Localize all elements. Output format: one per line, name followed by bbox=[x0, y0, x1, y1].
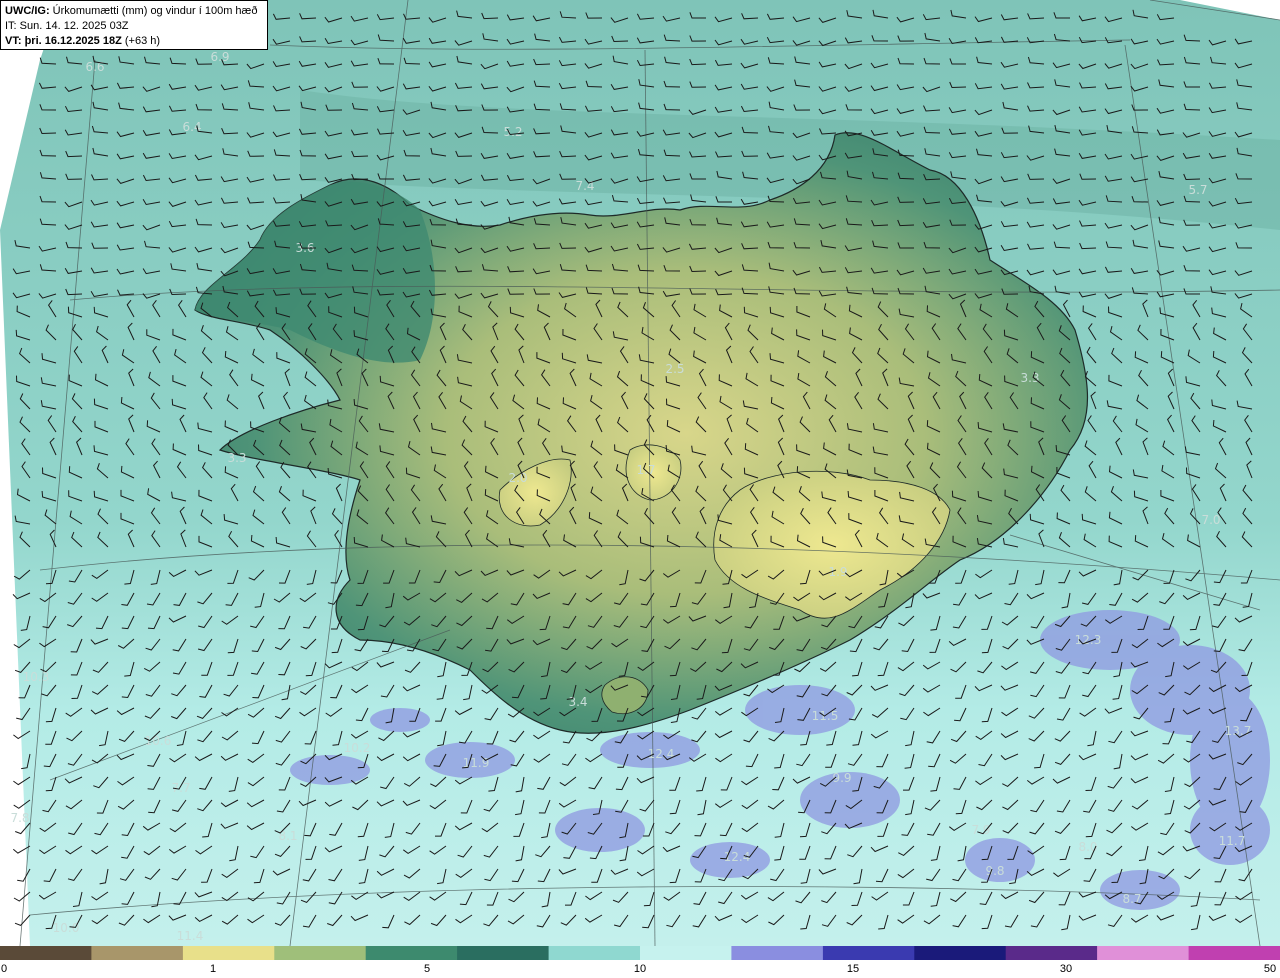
precip-value-label: 8.0 bbox=[1078, 840, 1097, 854]
colorbar-segment bbox=[274, 946, 367, 960]
header-vt-date: þri. 16.12.2025 18Z bbox=[24, 35, 122, 47]
colorbar-segment bbox=[640, 946, 732, 960]
header-product: UWC/IG: bbox=[5, 5, 50, 17]
colorbar-tick-0: 0 bbox=[0, 963, 8, 975]
colorbar-tick-1: 1 bbox=[209, 963, 217, 975]
precip-value-label: 11.7 bbox=[1219, 834, 1246, 848]
colorbar-segment bbox=[457, 946, 549, 960]
colorbar-segment bbox=[0, 946, 92, 960]
header-title: Úrkomumætti (mm) og vindur í 100m hæð bbox=[52, 5, 258, 17]
precip-value-label: 12.4 bbox=[648, 747, 675, 761]
header-title-line: UWC/IG: Úrkomumætti (mm) og vindur í 100… bbox=[5, 4, 263, 19]
precip-value-label: 7.9 bbox=[971, 823, 990, 837]
precip-value-label: 5.2 bbox=[503, 125, 522, 139]
header-vt-offset: (+63 h) bbox=[124, 35, 161, 47]
precip-value-label: 12.3 bbox=[1075, 633, 1102, 647]
colorbar-segment bbox=[914, 946, 1007, 960]
precip-value-label: 12.4 bbox=[724, 850, 751, 864]
header-init-time: IT: Sun. 14. 12. 2025 03Z bbox=[5, 20, 129, 32]
map-header: UWC/IG: Úrkomumætti (mm) og vindur í 100… bbox=[0, 0, 268, 50]
colorbar-strip bbox=[0, 946, 1280, 960]
colorbar-segment bbox=[1097, 946, 1189, 960]
precip-value-label: 7.8 bbox=[10, 811, 29, 825]
precip-value-label: 3.3 bbox=[1020, 371, 1039, 385]
precip-value-label: 10.3 bbox=[23, 670, 50, 684]
colorbar-segment bbox=[822, 946, 915, 960]
colorbar-segment bbox=[1005, 946, 1098, 960]
precip-value-label: 2.5 bbox=[665, 362, 684, 376]
header-valid-time-line: VT: þri. 16.12.2025 18Z (+63 h) bbox=[5, 34, 263, 49]
colorbar-tick-5: 5 bbox=[423, 963, 431, 975]
precip-value-label: 3.4 bbox=[568, 695, 587, 709]
precipitation-wind-map: 6.96.66.4 5.27.4 5.73.62.53.33.32.01.77.01… bbox=[0, 0, 1280, 946]
precip-value-label: 8.1 bbox=[278, 829, 297, 843]
precip-value-label: 6.9 bbox=[210, 50, 229, 64]
precip-value-label: 10.6 bbox=[145, 734, 172, 748]
colorbar: 0 1 5 10 15 30 50 bbox=[0, 946, 1280, 978]
colorbar-tick-50: 50 bbox=[1263, 963, 1277, 975]
colorbar-segment bbox=[182, 946, 275, 960]
colorbar-segment bbox=[365, 946, 458, 960]
colorbar-segment bbox=[548, 946, 641, 960]
colorbar-tick-30: 30 bbox=[1059, 963, 1073, 975]
precip-value-label: 2.0 bbox=[508, 471, 527, 485]
colorbar-segment bbox=[1188, 946, 1280, 960]
colorbar-segment bbox=[91, 946, 184, 960]
precip-value-label: 5.7 bbox=[1188, 183, 1207, 197]
colorbar-segment bbox=[731, 946, 824, 960]
precip-value-label: 7.0 bbox=[1201, 513, 1220, 527]
precip-value-label: 10.2 bbox=[344, 741, 371, 755]
precip-value-label: 9.8 bbox=[985, 864, 1004, 878]
precip-value-label: 7.4 bbox=[575, 179, 594, 193]
precip-value-label: 10.0 bbox=[53, 921, 80, 935]
precip-value-label: 11.4 bbox=[177, 929, 204, 943]
header-vt-label: VT: bbox=[5, 35, 22, 47]
precip-value-label: 6.4 bbox=[182, 120, 201, 134]
precip-value-label: 3.3 bbox=[227, 451, 246, 465]
colorbar-tick-10: 10 bbox=[633, 963, 647, 975]
precip-value-label: 1.7 bbox=[636, 463, 655, 477]
colorbar-tick-15: 15 bbox=[846, 963, 860, 975]
